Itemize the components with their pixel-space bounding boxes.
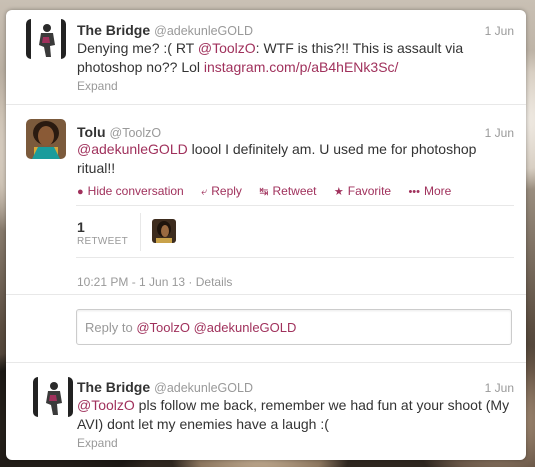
divider (6, 294, 526, 295)
tweet-detail-timestamp[interactable]: 10:21 PM - 1 Jun 13 · Details (77, 275, 232, 289)
mention-link[interactable]: @adekunleGOLD (77, 141, 188, 157)
tweet-actions: ● Hide conversation ⤶ Reply ↹ Retweet ★ Favo… (77, 184, 465, 199)
tweet-parent[interactable]: The Bridge @adekunleGOLD 1 Jun Denying me… (6, 10, 526, 102)
tweet-focused[interactable]: Tolu @ToolzO 1 Jun @adekunleGOLD loool I … (6, 105, 526, 289)
divider (76, 257, 514, 258)
tweet-text-part: Denying me? :( RT (77, 40, 198, 56)
expand-link[interactable]: Expand (77, 79, 118, 93)
hide-conversation-label: Hide conversation (87, 184, 184, 198)
tweet-reply[interactable]: The Bridge @adekunleGOLD 1 Jun @ToolzO pl… (6, 363, 526, 460)
tweet-text-part: loool I definitely am. U used me for pho… (187, 141, 477, 157)
retweeter-avatar[interactable] (152, 219, 176, 243)
tweet-text-part: ritual!! (77, 160, 116, 176)
tweet-text: @adekunleGOLD loool I definitely am. U u… (77, 140, 517, 178)
more-label: More (424, 184, 452, 198)
avatar-tolu[interactable] (26, 119, 66, 159)
favorite-button[interactable]: ★ Favorite (334, 184, 391, 198)
tweet-author-name[interactable]: The Bridge (77, 379, 150, 395)
avatar-the-bridge[interactable] (26, 19, 66, 59)
reply-button[interactable]: ⤶ Reply (201, 184, 242, 199)
tweet-author-handle[interactable]: @adekunleGOLD (154, 381, 253, 395)
avatar-the-bridge[interactable] (33, 377, 73, 417)
reply-label: Reply (211, 184, 242, 198)
tweet-author-name[interactable]: Tolu (77, 124, 106, 140)
expand-link[interactable]: Expand (77, 436, 118, 450)
tweet-timestamp[interactable]: 1 Jun (485, 381, 514, 395)
star-icon: ★ (333, 186, 344, 198)
tweet-text-part: AVI) dont let my enemies have a laugh :( (77, 416, 329, 432)
retweet-icon: ↹ (259, 186, 269, 198)
tweet-timestamp[interactable]: 1 Jun (485, 126, 514, 140)
mention-link[interactable]: @ToolzO (77, 397, 135, 413)
ellipsis-icon: ••• (408, 186, 420, 198)
more-button[interactable]: ••• More (408, 184, 451, 198)
speech-bubble-icon: ● (77, 186, 84, 198)
tweet-text-part: pls follow me back, remember we had fun … (134, 397, 510, 413)
favorite-label: Favorite (347, 184, 392, 198)
tweet-text: @ToolzO pls follow me back, remember we … (77, 396, 517, 434)
reply-prefix: Reply to (85, 320, 137, 335)
reply-arrow-icon: ⤶ (201, 186, 208, 198)
reply-placeholder: Reply to @ToolzO @adekunleGOLD (85, 320, 296, 335)
tweet-conversation-card: The Bridge @adekunleGOLD 1 Jun Denying me… (6, 10, 526, 460)
retweet-button[interactable]: ↹ Retweet (259, 184, 316, 198)
tweet-text: Denying me? :( RT @ToolzO: WTF is this?!… (77, 39, 517, 77)
mention-link[interactable]: @ToolzO (198, 40, 256, 56)
retweet-count[interactable]: 1 (77, 219, 85, 235)
instagram-link[interactable]: instagram.com/p/aB4hENk3Sc/ (204, 59, 399, 75)
divider (76, 205, 514, 206)
tweet-author-name[interactable]: The Bridge (77, 22, 150, 38)
reply-input[interactable]: Reply to @ToolzO @adekunleGOLD (76, 309, 512, 345)
hide-conversation-button[interactable]: ● Hide conversation (77, 184, 184, 198)
tweet-author-handle[interactable]: @adekunleGOLD (154, 24, 253, 38)
retweet-label: Retweet (272, 184, 317, 198)
tweet-author-handle[interactable]: @ToolzO (110, 126, 162, 140)
retweet-count-label: RETWEET (77, 236, 128, 247)
tweet-text-part: photoshop no?? Lol (77, 59, 204, 75)
stats-divider (140, 213, 141, 251)
tweet-timestamp[interactable]: 1 Jun (485, 24, 514, 38)
tweet-text-part: : WTF is this?!! This is assault via (255, 40, 464, 56)
reply-mentions: @ToolzO @adekunleGOLD (136, 320, 297, 335)
